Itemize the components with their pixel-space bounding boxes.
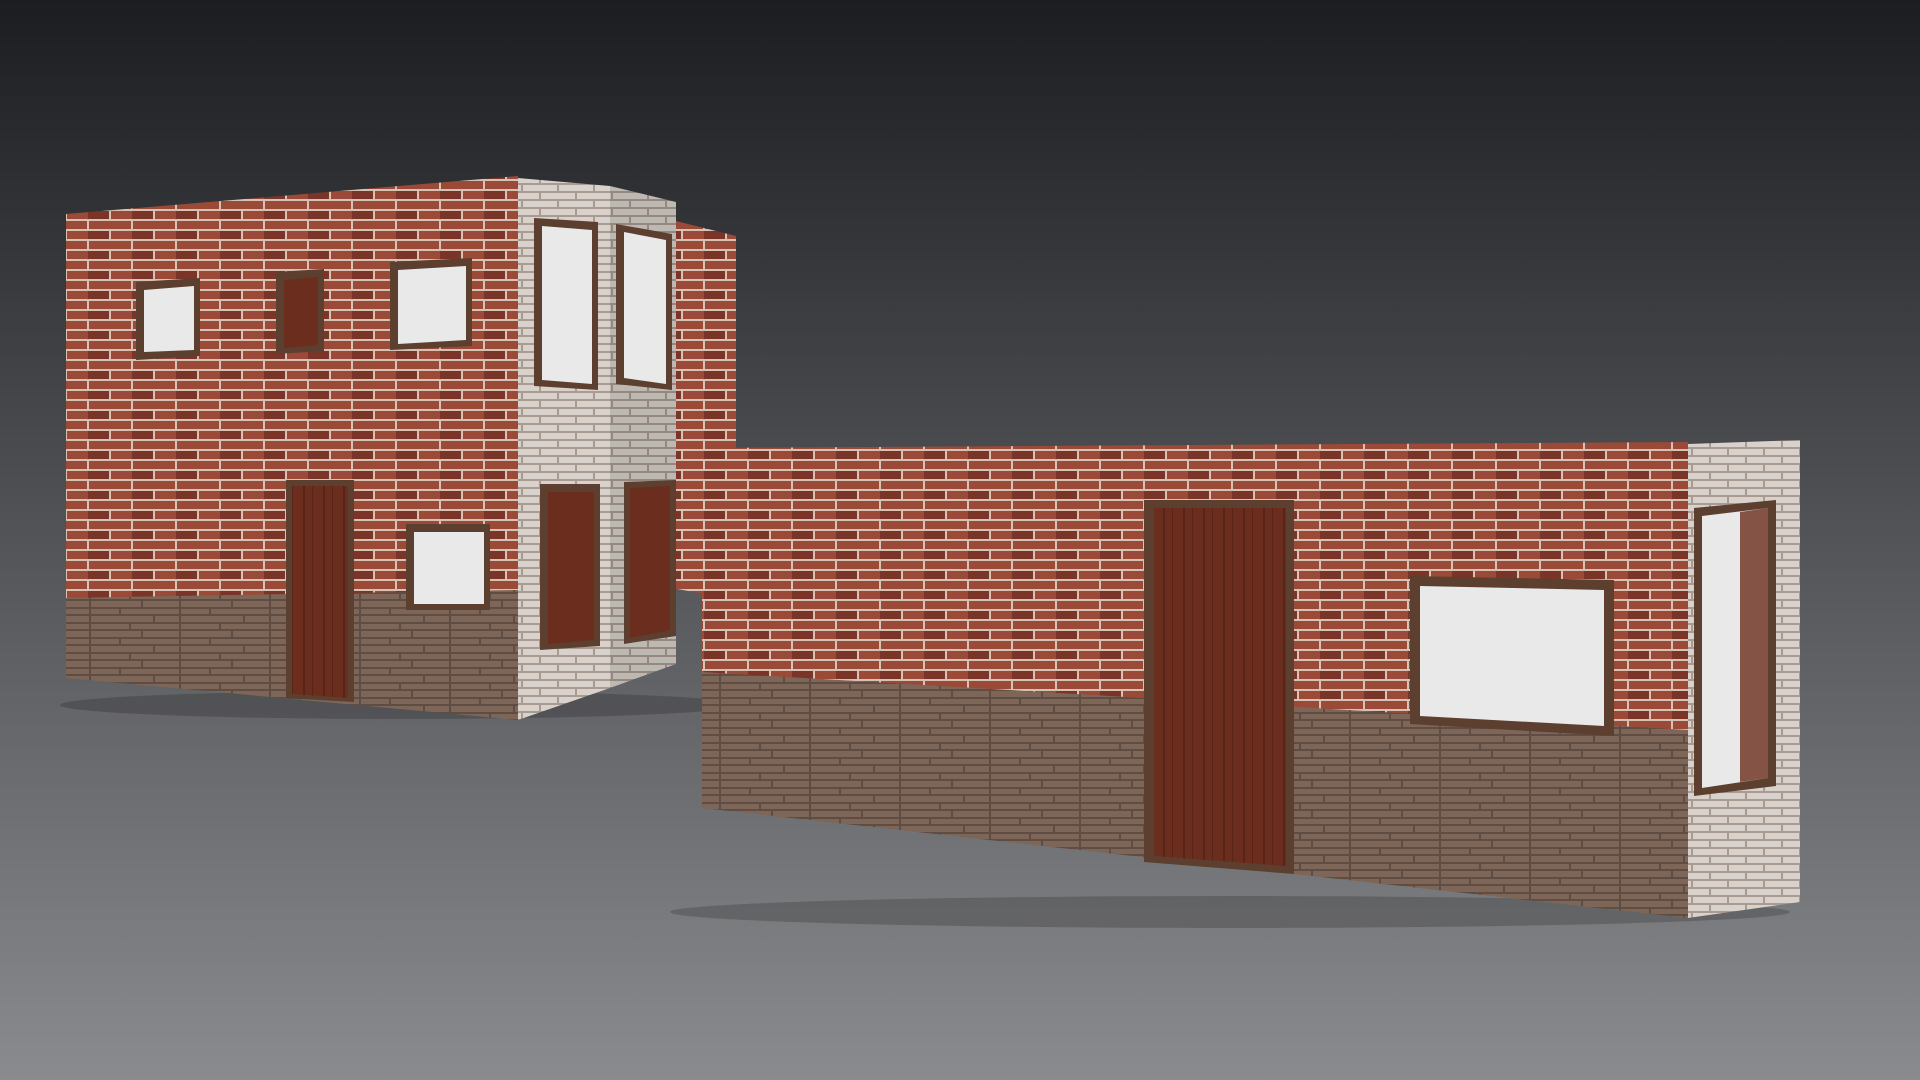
door bbox=[286, 480, 354, 702]
door bbox=[1144, 500, 1294, 874]
window bbox=[616, 224, 672, 390]
window bbox=[276, 269, 324, 354]
window bbox=[1694, 500, 1776, 796]
3d-viewport bbox=[0, 0, 1920, 1080]
window bbox=[406, 524, 490, 610]
window bbox=[136, 278, 200, 360]
scene-render bbox=[0, 0, 1920, 1080]
window bbox=[1410, 576, 1614, 736]
window bbox=[624, 480, 676, 644]
window bbox=[534, 218, 598, 390]
window bbox=[390, 258, 472, 350]
window bbox=[540, 484, 600, 650]
two-storey-brick-building[interactable] bbox=[60, 176, 740, 720]
